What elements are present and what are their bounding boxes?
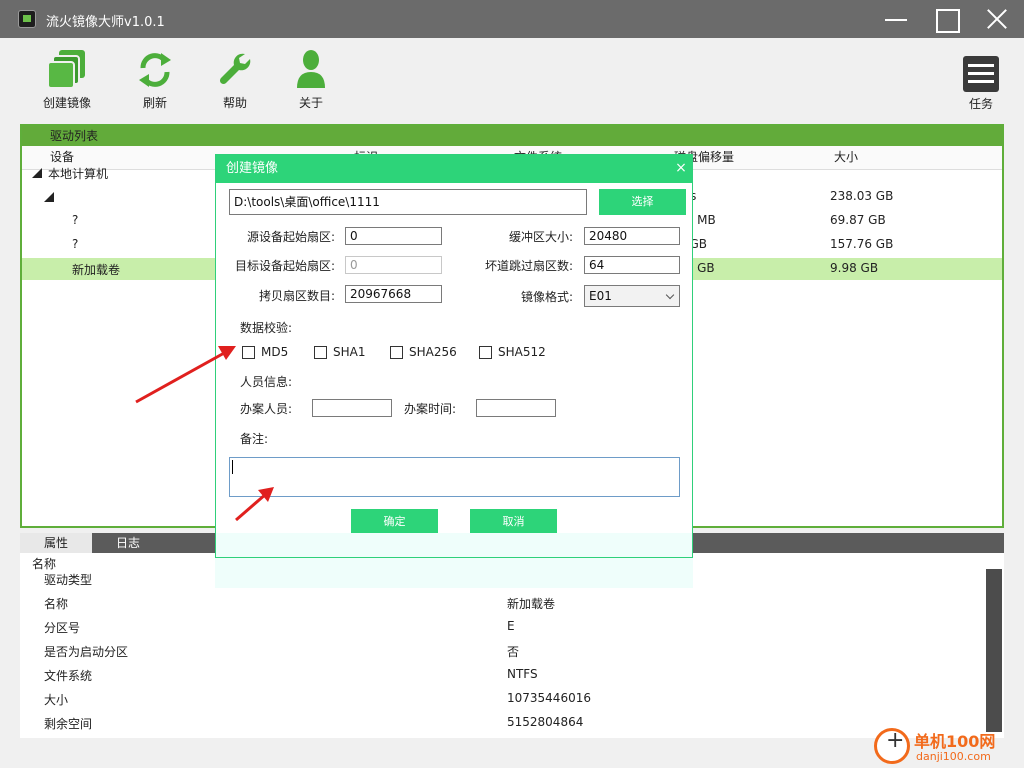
- sha512-checkbox[interactable]: [479, 346, 492, 359]
- property-key: 是否为启动分区: [44, 645, 129, 659]
- sha256-checkbox[interactable]: [390, 346, 403, 359]
- minimize-button[interactable]: [882, 4, 912, 34]
- drive-list-header: 驱动列表: [22, 126, 1002, 146]
- wrench-icon: [219, 53, 251, 85]
- watermark-circle-icon: [874, 728, 910, 764]
- refresh-icon: [139, 53, 171, 87]
- tree-row-device: ?: [72, 213, 79, 227]
- dialog-footer: [216, 533, 692, 557]
- property-row: 文件系统 NTFS: [20, 663, 980, 687]
- property-value: 10735446016: [507, 691, 591, 705]
- text-cursor: [232, 460, 233, 474]
- property-key: 大小: [44, 693, 69, 707]
- format-label: 镜像格式:: [521, 290, 574, 304]
- property-key: 驱动类型: [44, 573, 93, 587]
- copy-icon: [47, 50, 85, 89]
- refresh-button[interactable]: 刷新: [120, 48, 190, 111]
- watermark-text: 单机100网: [914, 732, 996, 751]
- tree-row-device: 新加载卷: [72, 263, 121, 277]
- dialog-title: 创建镜像: [216, 155, 692, 183]
- tree-root-label: 本地计算机: [48, 167, 109, 181]
- maximize-button[interactable]: [932, 4, 962, 34]
- dst-start-input: 0: [345, 256, 442, 274]
- about-label: 关于: [298, 96, 323, 110]
- toolbar: 创建镜像 刷新 帮助 关于 任务: [0, 38, 1024, 124]
- property-key: 名称: [44, 597, 69, 611]
- person-label: 人员信息:: [240, 375, 293, 389]
- ok-button[interactable]: 确定: [351, 509, 438, 535]
- tab-log[interactable]: 日志: [104, 533, 152, 553]
- copy-count-input[interactable]: 20967668: [345, 285, 442, 303]
- window-title: 流火镜像大师v1.0.1: [46, 15, 165, 30]
- property-value: 否: [507, 645, 520, 659]
- property-row: 名称 新加载卷: [20, 591, 980, 615]
- operator-label: 办案人员:: [240, 402, 293, 416]
- refresh-label: 刷新: [142, 96, 167, 110]
- buffer-label: 缓冲区大小:: [509, 230, 574, 244]
- create-image-label: 创建镜像: [42, 96, 91, 110]
- task-label: 任务: [968, 97, 993, 111]
- sha512-label: SHA512: [498, 345, 546, 359]
- property-key: 剩余空间: [44, 717, 93, 731]
- tree-row-size: 157.76 GB: [830, 237, 894, 251]
- property-key: 文件系统: [44, 669, 93, 683]
- md5-checkbox[interactable]: [242, 346, 255, 359]
- help-button[interactable]: 帮助: [200, 48, 270, 111]
- cancel-button[interactable]: 取消: [470, 509, 557, 535]
- skip-input[interactable]: 64: [584, 256, 680, 274]
- task-button[interactable]: 任务: [956, 56, 1006, 112]
- watermark-logo: 单机100网 danji100.com: [872, 726, 1022, 766]
- sha256-label: SHA256: [409, 345, 457, 359]
- tree-row-size: 69.87 GB: [830, 213, 886, 227]
- property-row: 大小 10735446016: [20, 687, 980, 711]
- property-value: NTFS: [507, 667, 538, 681]
- property-row: 分区号 E: [20, 615, 980, 639]
- create-image-dialog: 创建镜像 × D:\tools\桌面\office\1111 选择 源设备起始扇…: [215, 154, 693, 558]
- property-row: 是否为启动分区 否: [20, 639, 980, 663]
- md5-label: MD5: [261, 345, 289, 359]
- user-icon: [297, 50, 325, 88]
- annotation-arrow-icon: [235, 487, 274, 522]
- sha1-checkbox[interactable]: [314, 346, 327, 359]
- time-label: 办案时间:: [404, 402, 457, 416]
- annotation-arrow-icon: [135, 346, 236, 404]
- tree-row-size: 238.03 GB: [830, 189, 894, 203]
- property-value: E: [507, 619, 515, 633]
- title-bar: 流火镜像大师v1.0.1: [0, 0, 1024, 38]
- copy-count-label: 拷贝扇区数目:: [259, 289, 336, 303]
- properties-scrollbar[interactable]: [986, 569, 1002, 732]
- note-label: 备注:: [240, 432, 269, 446]
- src-start-label: 源设备起始扇区:: [247, 230, 336, 244]
- checksum-label: 数据校验:: [240, 321, 293, 335]
- about-button[interactable]: 关于: [276, 48, 346, 111]
- path-input[interactable]: D:\tools\桌面\office\1111: [229, 189, 587, 215]
- select-button[interactable]: 选择: [599, 189, 686, 215]
- sha1-label: SHA1: [333, 345, 366, 359]
- menu-icon: [963, 56, 999, 92]
- expand-triangle-icon[interactable]: [32, 168, 42, 178]
- tree-row-device: ?: [72, 237, 79, 251]
- expand-triangle-icon[interactable]: [44, 192, 54, 202]
- note-textarea[interactable]: [229, 457, 680, 497]
- operator-input[interactable]: [312, 399, 392, 417]
- help-label: 帮助: [222, 96, 247, 110]
- create-image-button[interactable]: 创建镜像: [32, 48, 102, 111]
- format-select[interactable]: E01: [584, 285, 680, 307]
- dialog-shadow-strip: [215, 558, 693, 588]
- property-value: 新加载卷: [507, 597, 556, 611]
- property-row: 剩余空间 5152804864: [20, 711, 980, 735]
- dialog-close-button[interactable]: ×: [674, 161, 688, 175]
- watermark-subtext: danji100.com: [916, 750, 991, 763]
- dst-start-label: 目标设备起始扇区:: [235, 259, 336, 273]
- property-value: 5152804864: [507, 715, 584, 729]
- buffer-input[interactable]: 20480: [584, 227, 680, 245]
- time-input[interactable]: [476, 399, 556, 417]
- tree-row-size: 9.98 GB: [830, 261, 879, 275]
- tab-properties[interactable]: 属性: [20, 533, 92, 553]
- src-start-input[interactable]: 0: [345, 227, 442, 245]
- close-window-button[interactable]: [982, 4, 1012, 34]
- property-key: 分区号: [44, 621, 81, 635]
- skip-label: 坏道跳过扇区数:: [485, 259, 574, 273]
- app-logo-icon: [18, 10, 36, 28]
